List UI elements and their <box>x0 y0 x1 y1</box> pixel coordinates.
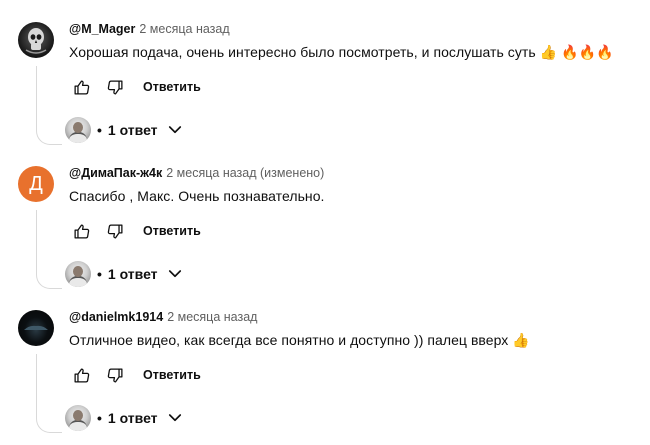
thread-line <box>36 210 62 289</box>
chevron-down-icon[interactable] <box>166 409 184 427</box>
chevron-down-icon[interactable] <box>166 265 184 283</box>
skull-icon <box>25 28 47 54</box>
comment-date[interactable]: 2 месяца назад <box>139 22 229 36</box>
dislike-button[interactable] <box>103 363 127 387</box>
reply-avatar <box>65 405 91 431</box>
comment-actions: Ответить <box>69 363 201 387</box>
comment-header: @danielmk1914 2 месяца назад <box>69 310 257 324</box>
thumbs-down-icon <box>107 367 123 383</box>
avatar-m-mager[interactable] <box>18 22 54 58</box>
thumbs-up-icon <box>73 367 89 383</box>
replies-toggle[interactable]: • 1 ответ <box>65 260 184 288</box>
thread-line <box>36 66 62 145</box>
dislike-button[interactable] <box>103 219 127 243</box>
thread-line <box>36 354 62 433</box>
separator-dot: • <box>97 410 102 426</box>
avatar-dimapak[interactable]: Д <box>18 166 54 202</box>
comment-text: Хорошая подача, очень интересно было пос… <box>69 44 614 60</box>
comment-text: Отличное видео, как всегда все понятно и… <box>69 332 530 348</box>
thumbs-down-icon <box>107 79 123 95</box>
like-button[interactable] <box>69 363 93 387</box>
comment-actions: Ответить <box>69 75 201 99</box>
reply-avatar <box>65 117 91 143</box>
separator-dot: • <box>97 122 102 138</box>
comment-date[interactable]: 2 месяца назад <box>167 310 257 324</box>
reply-button[interactable]: Ответить <box>143 80 201 94</box>
thumbs-up-icon <box>73 79 89 95</box>
chevron-down-icon[interactable] <box>166 121 184 139</box>
replies-toggle[interactable]: • 1 ответ <box>65 116 184 144</box>
comment-header: @M_Mager 2 месяца назад <box>69 22 230 36</box>
thumbs-down-icon <box>107 223 123 239</box>
like-button[interactable] <box>69 219 93 243</box>
reply-button[interactable]: Ответить <box>143 224 201 238</box>
car-silhouette-icon <box>24 325 48 330</box>
comment-author[interactable]: @ДимаПак-ж4к <box>69 166 162 180</box>
reply-avatar <box>65 261 91 287</box>
comment-actions: Ответить <box>69 219 201 243</box>
reply-count[interactable]: 1 ответ <box>108 266 158 282</box>
reply-count[interactable]: 1 ответ <box>108 410 158 426</box>
avatar-letter: Д <box>29 172 43 195</box>
comment-author[interactable]: @danielmk1914 <box>69 310 163 324</box>
dislike-button[interactable] <box>103 75 127 99</box>
comment-header: @ДимаПак-ж4к 2 месяца назад (изменено) <box>69 166 324 180</box>
like-button[interactable] <box>69 75 93 99</box>
reply-button[interactable]: Ответить <box>143 368 201 382</box>
avatar-danielmk[interactable] <box>18 310 54 346</box>
comment-date[interactable]: 2 месяца назад (изменено) <box>166 166 324 180</box>
replies-toggle[interactable]: • 1 ответ <box>65 404 184 432</box>
reply-count[interactable]: 1 ответ <box>108 122 158 138</box>
comment-text: Спасибо , Макс. Очень познавательно. <box>69 188 325 204</box>
separator-dot: • <box>97 266 102 282</box>
comment-author[interactable]: @M_Mager <box>69 22 135 36</box>
thumbs-up-icon <box>73 223 89 239</box>
